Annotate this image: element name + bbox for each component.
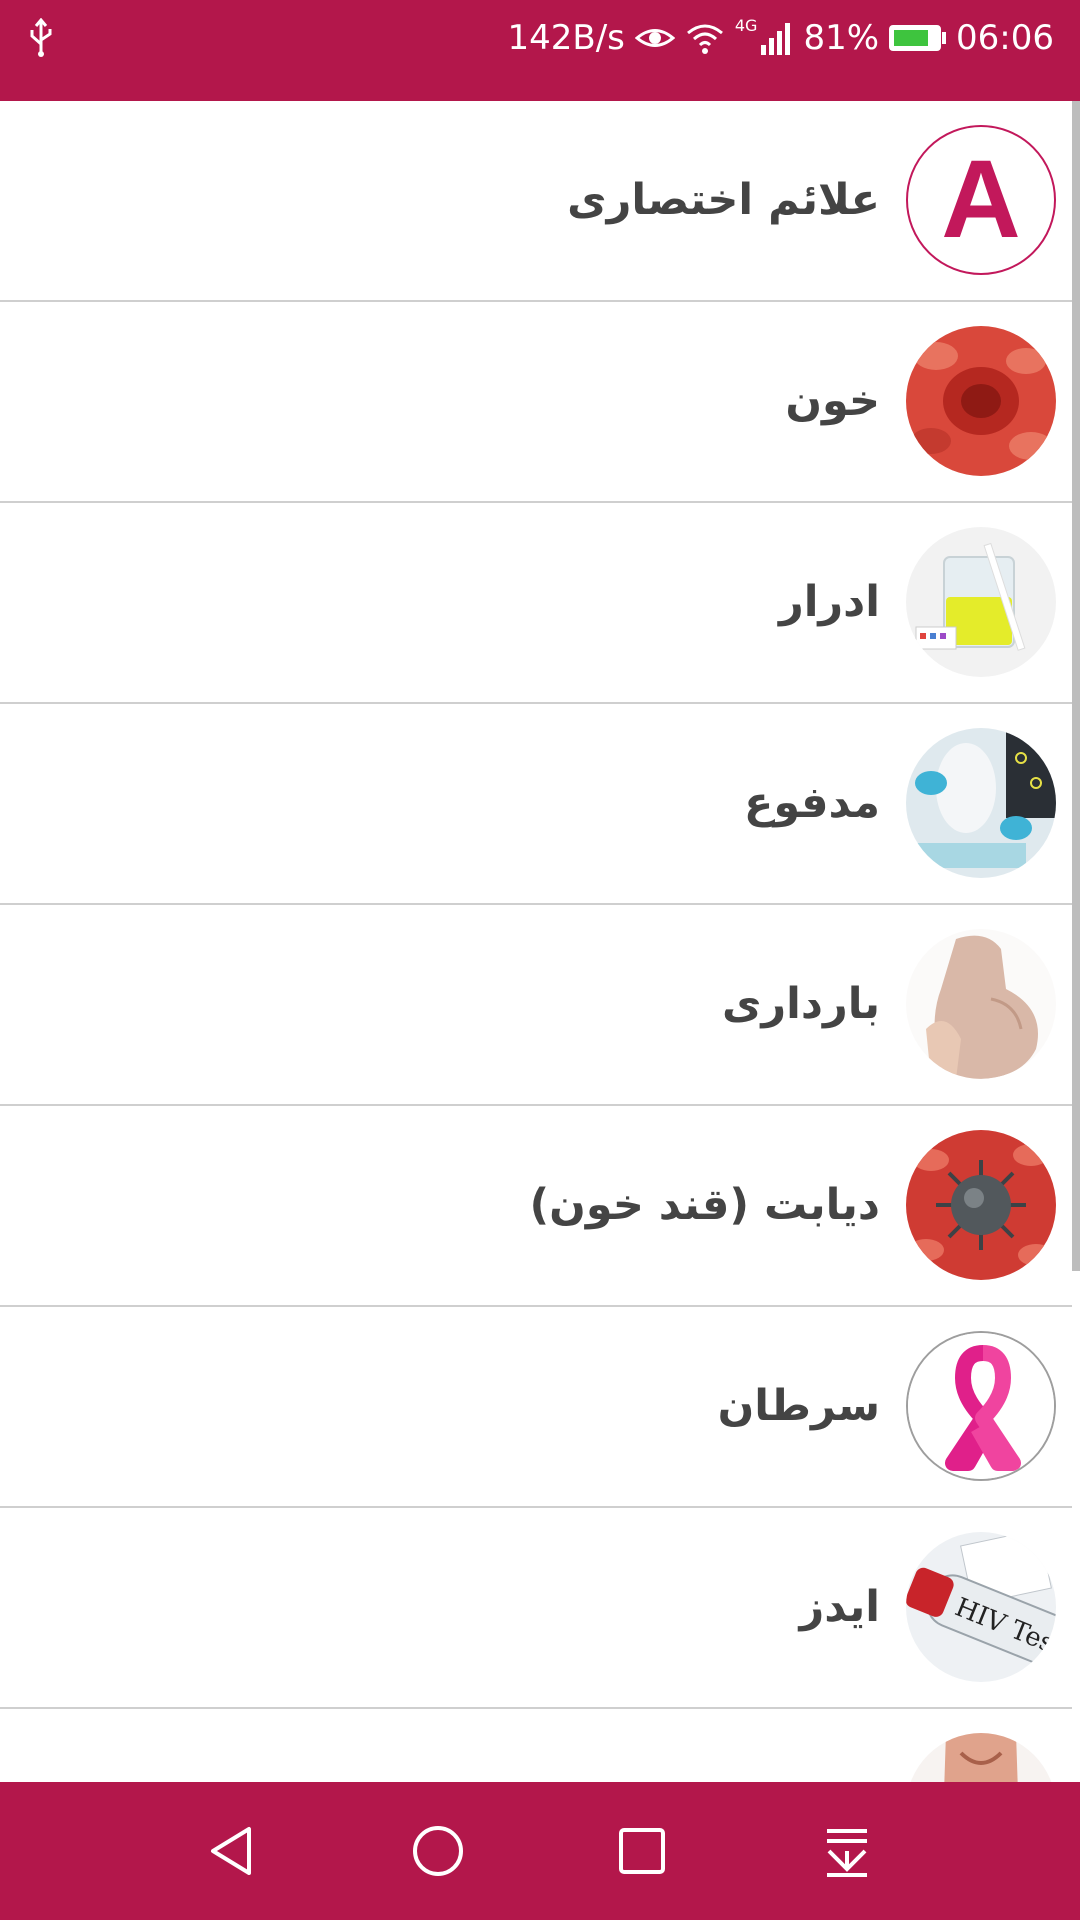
list-item-label: ادرار	[778, 577, 880, 627]
list-item-label: علائم اختصاری	[567, 175, 880, 225]
home-icon[interactable]	[403, 1816, 473, 1886]
list-item-cancer[interactable]: سرطان	[0, 1307, 1072, 1508]
list-item-blood[interactable]: خون	[0, 302, 1072, 503]
eye-icon	[634, 29, 675, 47]
pink-ribbon-image	[906, 1331, 1056, 1481]
notification-pull-icon[interactable]	[812, 1816, 882, 1886]
list-item-label: دیابت (قند خون)	[529, 1180, 880, 1230]
recents-icon[interactable]	[607, 1816, 677, 1886]
scrollbar[interactable]	[1072, 101, 1080, 1271]
battery-icon	[889, 25, 947, 51]
list-item-partial[interactable]	[0, 1709, 1072, 1782]
network-speed: 142B/s	[507, 18, 625, 58]
list-item-label: مدفوع	[744, 778, 880, 828]
blood-cells-image	[906, 326, 1056, 476]
abbreviations-icon: A	[906, 125, 1056, 275]
navigation-bar	[0, 1782, 1080, 1920]
pregnancy-image	[906, 929, 1056, 1079]
list-item-label: سرطان	[717, 1381, 880, 1431]
list-item-label: ایدز	[799, 1582, 880, 1632]
virus-cells-image	[906, 1130, 1056, 1280]
wifi-icon	[686, 24, 723, 54]
list-item-label: خون	[785, 376, 880, 426]
network-type: 4G	[734, 16, 758, 35]
battery-percent: 81%	[803, 18, 880, 58]
list-item-stool[interactable]: مدفوع	[0, 704, 1072, 905]
list-item-diabetes[interactable]: دیابت (قند خون)	[0, 1106, 1072, 1307]
clock: 06:06	[956, 18, 1054, 58]
signal-icon	[761, 23, 791, 55]
urine-test-image	[906, 527, 1056, 677]
partial-item-image	[906, 1733, 1056, 1782]
category-list: A علائم اختصاری خون ادرار مدفوع بارداری …	[0, 101, 1072, 1782]
status-bar: 142B/s 4G 81% 06:06	[0, 0, 1080, 101]
back-icon[interactable]	[198, 1816, 268, 1886]
list-item-label: بارداری	[721, 979, 880, 1029]
list-item-urine[interactable]: ادرار	[0, 503, 1072, 704]
lab-test-image	[906, 728, 1056, 878]
list-item-aids[interactable]: HIV Tes ایدز	[0, 1508, 1072, 1709]
hiv-test-tube-image: HIV Tes	[906, 1532, 1056, 1682]
usb-icon	[30, 18, 52, 57]
list-item-pregnancy[interactable]: بارداری	[0, 905, 1072, 1106]
list-item-abbreviations[interactable]: A علائم اختصاری	[0, 101, 1072, 302]
